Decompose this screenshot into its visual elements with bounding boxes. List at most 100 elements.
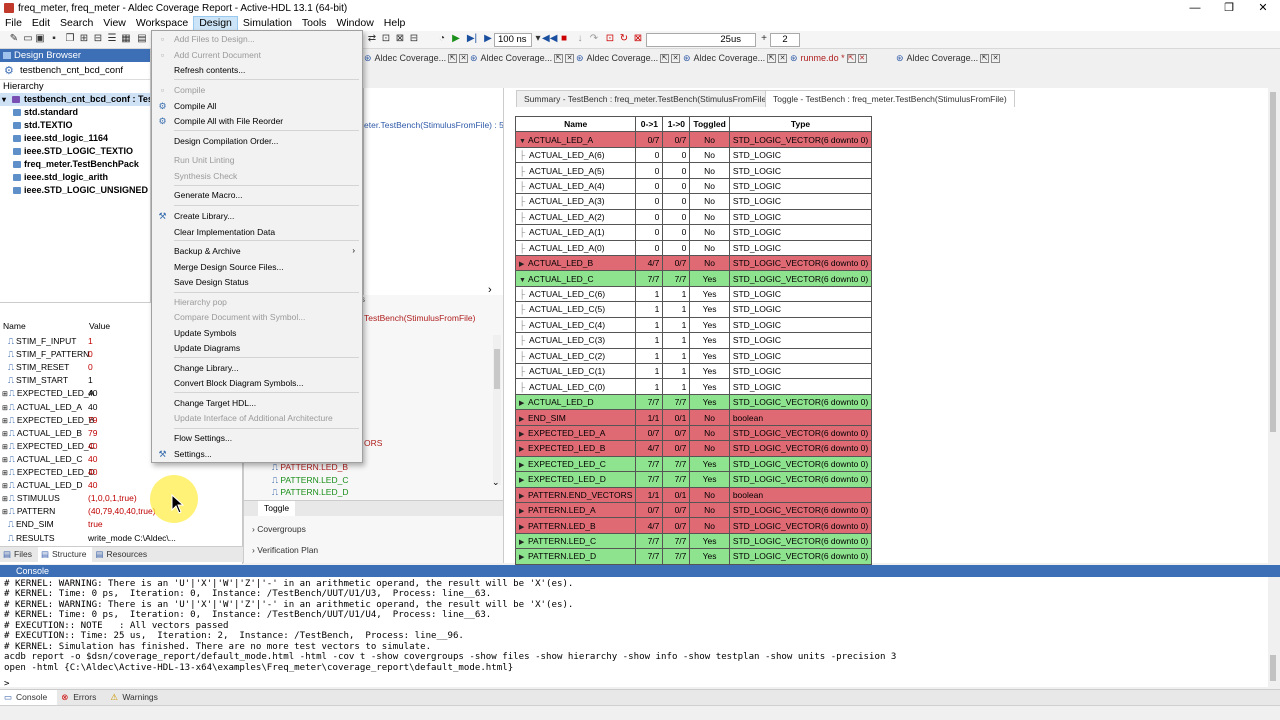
scroll-down-icon[interactable]: ⌄ (492, 477, 500, 488)
pin-icon[interactable]: ⇱ (554, 54, 564, 64)
expand-icon[interactable]: ⊞ (2, 470, 8, 477)
table-row[interactable]: ▶ PATTERN.LED_A 0/7 0/7 No STD_LOGIC_VECTOR(6… (514, 501, 873, 519)
tab-errors[interactable]: ⊗ Errors (57, 690, 106, 705)
expand-icon[interactable]: ▶ (519, 399, 528, 407)
menu-item-clear-implementation-data[interactable]: Clear Implementation Data (174, 227, 275, 238)
doc-tab[interactable]: ⊛ Aldec Coverage... ⇱ ✕ (896, 51, 1001, 65)
hierarchy-icon[interactable]: ⊞ (78, 33, 90, 45)
close-tab-icon[interactable]: ✕ (565, 54, 575, 64)
table-row[interactable]: ▶ PATTERN.END_VECTORS 1/1 0/1 No boolean (514, 486, 873, 503)
table-row[interactable]: ▶ PATTERN.LED_D 7/7 7/7 Yes STD_LOGIC_VECTOR(… (514, 548, 873, 565)
menu-item-compile-all-with-file-reorder[interactable]: Compile All with File Reorder (174, 116, 283, 127)
table-row[interactable]: ▼ ACTUAL_LED_C 7/7 7/7 Yes STD_LOGIC_VECTOR(6… (514, 270, 873, 287)
menu-item-update-interface-of-additional-architecture[interactable]: Update Interface of Additional Architect… (174, 413, 333, 424)
table-row[interactable]: ├ ACTUAL_LED_C(3) 1 1 Yes STD_LOGIC (514, 332, 873, 349)
table-row[interactable]: ├ ACTUAL_LED_A(0) 0 0 No STD_LOGIC (514, 239, 873, 256)
plus-button[interactable]: + (758, 33, 770, 45)
open-icon[interactable]: ▭ (22, 33, 34, 45)
init-icon[interactable]: ◔ (436, 33, 448, 45)
compile-icon[interactable]: ⊠ (394, 33, 406, 45)
menu-workspace[interactable]: Workspace (131, 16, 193, 31)
folder-icon[interactable]: ▣ (34, 33, 46, 45)
menu-item-settings[interactable]: Settings... (174, 449, 212, 460)
table-row[interactable]: ├ ACTUAL_LED_A(2) 0 0 No STD_LOGIC (514, 208, 873, 226)
collapse-icon[interactable]: ▼ (519, 138, 528, 145)
signal-row[interactable]: ⎍ END_SIM true (0, 518, 243, 531)
menu-edit[interactable]: Edit (27, 16, 55, 31)
column-header[interactable]: 1->0 (662, 115, 691, 133)
expand-icon[interactable]: ▶ (519, 461, 528, 469)
menu-window[interactable]: Window (331, 16, 378, 31)
restart-icon[interactable]: ↻ (618, 33, 630, 45)
expand-icon[interactable]: ▶ (519, 553, 528, 561)
expand-icon[interactable]: ▶ (519, 538, 528, 546)
menu-item-change-target-hdl[interactable]: Change Target HDL... (174, 398, 256, 409)
list-icon[interactable]: ☰ (106, 33, 118, 45)
run-icon[interactable]: ▶ (450, 33, 462, 45)
tab-structure[interactable]: ▤ Structure (37, 547, 93, 562)
menu-item-compile[interactable]: Compile (174, 85, 205, 96)
expand-icon[interactable]: ▾ (2, 93, 6, 106)
hierarchy-item[interactable]: ieee.std_logic_1164 (0, 132, 150, 145)
rewind-icon[interactable]: ◀◀ (542, 33, 557, 45)
table-row[interactable]: ▶ EXPECTED_LED_D 7/7 7/7 Yes STD_LOGIC_VECTOR… (514, 471, 873, 488)
console-prompt[interactable]: > (4, 679, 9, 690)
close-tab-icon[interactable]: ✕ (671, 54, 681, 64)
pin-icon[interactable]: ⇱ (660, 54, 670, 64)
table-row[interactable]: ├ ACTUAL_LED_A(4) 0 0 No STD_LOGIC (514, 177, 873, 195)
step-over-icon[interactable]: ↷ (588, 33, 600, 45)
menu-item-compile-all[interactable]: Compile All (174, 101, 217, 112)
table-row[interactable]: ▶ EXPECTED_LED_B 4/7 0/7 No STD_LOGIC_VECTOR(… (514, 440, 873, 457)
pin-icon[interactable]: ⇱ (448, 54, 458, 64)
menu-simulation[interactable]: Simulation (238, 16, 297, 31)
signal-row[interactable]: ⊞⎍ ACTUAL_LED_D 40 (0, 479, 243, 492)
menu-tools[interactable]: Tools (297, 16, 332, 31)
expand-icon[interactable]: ⊞ (2, 431, 8, 438)
column-header[interactable]: 0->1 (635, 115, 664, 133)
expand-icon[interactable]: ▶ (519, 492, 528, 500)
menu-item-compare-document-with-symbol[interactable]: Compare Document with Symbol... (174, 312, 305, 323)
table-row[interactable]: ├ ACTUAL_LED_A(1) 0 0 No STD_LOGIC (514, 224, 873, 241)
table-row[interactable]: ▼ ACTUAL_LED_A 0/7 0/7 No STD_LOGIC_VECTOR(6 … (514, 131, 873, 148)
view-icon[interactable]: ▤ (136, 33, 148, 45)
menu-item-hierarchy-pop[interactable]: Hierarchy pop (174, 297, 227, 308)
expand-icon[interactable]: ⊞ (2, 391, 8, 398)
expand-icon[interactable]: ⊞ (2, 444, 8, 451)
tab-warnings[interactable]: ⚠ Warnings (106, 690, 168, 705)
menu-item-convert-block-diagram-symbols[interactable]: Convert Block Diagram Symbols... (174, 378, 303, 389)
table-row[interactable]: ├ ACTUAL_LED_A(3) 0 0 No STD_LOGIC (514, 193, 873, 210)
signal-row[interactable]: ⊞⎍ STIMULUS (1,0,0,1,true) (0, 492, 243, 505)
doc-tab[interactable]: ⊛ Aldec Coverage... ⇱ ✕ (470, 51, 575, 65)
sim-step-input[interactable]: 100 ns (494, 33, 532, 47)
signal-row[interactable]: ⊞⎍ PATTERN (40,79,40,40,true) (0, 505, 243, 518)
doc-tab[interactable]: ⊛ runme.do * ⇱ ✕ (790, 51, 867, 65)
expand-icon[interactable]: ▶ (519, 260, 528, 268)
expand-icon[interactable]: ▶ (519, 523, 528, 531)
table-row[interactable]: ▶ END_SIM 1/1 0/1 No boolean (514, 409, 873, 426)
collapse-icon[interactable]: ▼ (519, 277, 528, 284)
tab-resources[interactable]: ▤ Resources (92, 547, 153, 562)
doc-tab[interactable]: ⊛ Aldec Coverage... ⇱ ✕ (576, 51, 681, 65)
menu-item-save-design-status[interactable]: Save Design Status (174, 277, 249, 288)
menu-item-create-library[interactable]: Create Library... (174, 211, 234, 222)
column-header[interactable]: Name (514, 115, 637, 133)
run-until-icon[interactable]: ▶ (482, 33, 494, 45)
menu-item-add-files-to-design[interactable]: Add Files to Design... (174, 34, 255, 45)
column-header[interactable]: Type (728, 115, 873, 133)
menu-item-design-compilation-order[interactable]: Design Compilation Order... (174, 136, 278, 147)
close-tab-icon[interactable]: ✕ (991, 54, 1001, 64)
menu-file[interactable]: File (0, 16, 27, 31)
minimize-button[interactable]: — (1178, 0, 1212, 16)
tree-item-led-c[interactable]: ⎍ PATTERN.LED_C (272, 475, 348, 486)
report-scrollbar[interactable] (1268, 88, 1278, 563)
hierarchy-item[interactable]: freq_meter.TestBenchPack (0, 158, 150, 171)
covergroups-item[interactable]: › Covergroups (252, 524, 306, 534)
end-icon[interactable]: ⊠ (632, 33, 644, 45)
expand-icon[interactable]: ▶ (519, 476, 528, 484)
tab-summary[interactable]: Summary - TestBench : freq_meter.TestBen… (516, 90, 778, 107)
table-row[interactable]: ├ ACTUAL_LED_C(6) 1 1 Yes STD_LOGIC (514, 285, 873, 303)
expand-icon[interactable]: ▶ (519, 507, 528, 515)
menu-view[interactable]: View (98, 16, 131, 31)
tree-item-led-b[interactable]: ⎍ PATTERN.LED_B (272, 462, 348, 473)
hierarchy-item[interactable]: std.TEXTIO (0, 119, 150, 132)
